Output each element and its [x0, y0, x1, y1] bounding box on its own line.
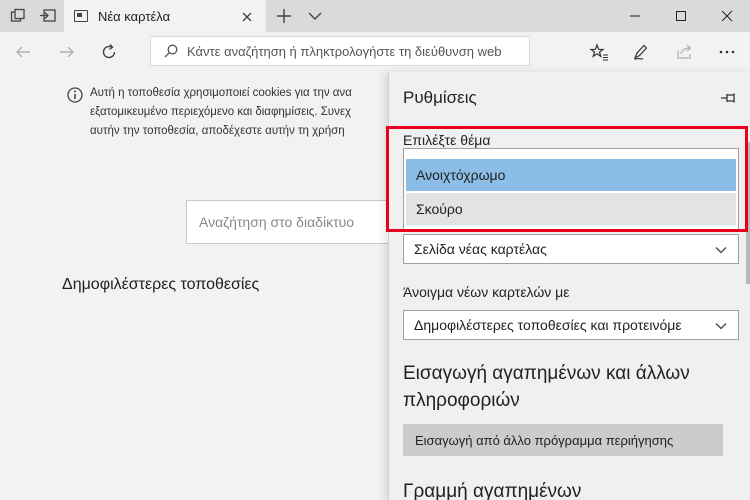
set-aside-icon[interactable]: [36, 4, 60, 28]
settings-scrollbar[interactable]: [746, 142, 750, 284]
import-button[interactable]: Εισαγωγή από άλλο πρόγραμμα περιήγησης: [403, 424, 723, 456]
top-sites-heading: Δημοφιλέστερες τοποθεσίες: [62, 276, 260, 293]
favorites-bar-heading: Γραμμή αγαπημένων: [403, 481, 582, 500]
refresh-icon[interactable]: [96, 40, 122, 64]
navigation-bar: Κάντε αναζήτηση ή πληκτρολογήστε τη διεύ…: [0, 32, 750, 72]
pin-icon[interactable]: [719, 90, 739, 106]
chevron-down-icon: [714, 243, 728, 257]
pen-icon[interactable]: [628, 40, 654, 64]
address-bar[interactable]: Κάντε αναζήτηση ή πληκτρολογήστε τη διεύ…: [150, 36, 530, 66]
new-tab-favicon-icon: [74, 10, 88, 22]
web-search-placeholder: Αναζήτηση στο διαδίκτυο: [199, 214, 355, 230]
forward-arrow-icon[interactable]: [54, 40, 80, 64]
minimize-button[interactable]: [612, 0, 658, 32]
theme-label: Επιλέξτε θέμα: [403, 132, 491, 148]
theme-dropdown-list: Ανοιχτόχρωμο Σκούρο: [403, 148, 739, 230]
search-icon: [163, 43, 179, 59]
star-icon[interactable]: [586, 40, 612, 64]
tabs-icon[interactable]: [6, 4, 30, 28]
new-tabs-label: Άνοιγμα νέων καρτελών με: [403, 284, 570, 300]
info-icon: [66, 86, 86, 106]
settings-title: Ρυθμίσεις: [403, 88, 477, 107]
maximize-button[interactable]: [658, 0, 704, 32]
open-with-value: Σελίδα νέας καρτέλας: [414, 241, 547, 257]
tab-new-tab[interactable]: Νέα καρτέλα: [64, 0, 266, 32]
more-icon[interactable]: [714, 40, 740, 64]
plus-icon[interactable]: [272, 4, 296, 28]
settings-panel: Ρυθμίσεις Επιλέξτε θέμα Ανοιχτόχρωμο Σκο…: [388, 72, 750, 500]
back-arrow-icon[interactable]: [10, 40, 36, 64]
import-heading-line: πληροφοριών: [403, 390, 520, 411]
new-tabs-select[interactable]: Δημοφιλέστερες τοποθεσίες και προτεινόμε: [403, 310, 739, 340]
share-icon[interactable]: [672, 40, 698, 64]
close-window-button[interactable]: [704, 0, 750, 32]
new-tabs-value: Δημοφιλέστερες τοποθεσίες και προτεινόμε: [414, 317, 682, 333]
import-heading-line: Εισαγωγή αγαπημένων και άλλων: [403, 363, 690, 384]
tab-bar: Νέα καρτέλα: [0, 0, 750, 32]
tab-title: Νέα καρτέλα: [98, 8, 171, 24]
theme-option-light[interactable]: Ανοιχτόχρωμο: [406, 159, 736, 191]
address-placeholder: Κάντε αναζήτηση ή πληκτρολογήστε τη διεύ…: [187, 43, 502, 59]
chevron-down-icon[interactable]: [304, 4, 326, 28]
close-icon[interactable]: [240, 9, 254, 23]
import-heading: Εισαγωγή αγαπημένων και άλλων πληροφοριώ…: [403, 360, 690, 414]
open-with-select[interactable]: Σελίδα νέας καρτέλας: [403, 234, 739, 264]
chevron-down-icon: [714, 319, 728, 333]
theme-option-dark[interactable]: Σκούρο: [406, 193, 736, 225]
